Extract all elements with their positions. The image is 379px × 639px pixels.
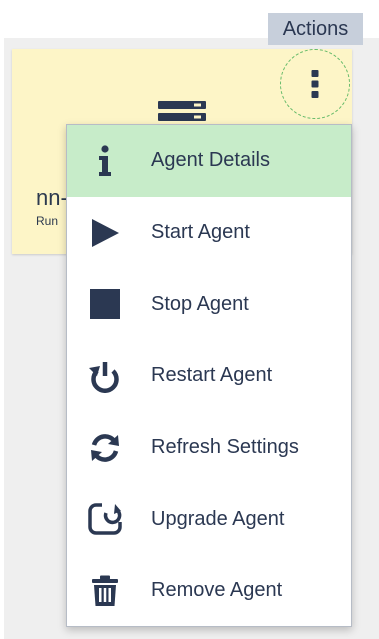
menu-item-upgrade-agent[interactable]: Upgrade Agent [67, 483, 351, 555]
menu-item-remove-agent[interactable]: Remove Agent [67, 555, 351, 627]
agent-name: nn- [36, 185, 68, 210]
menu-item-label: Stop Agent [151, 292, 249, 315]
menu-item-start-agent[interactable]: Start Agent [67, 197, 351, 269]
menu-item-label: Start Agent [151, 221, 250, 244]
menu-item-label: Remove Agent [151, 579, 283, 602]
menu-item-label: Refresh Settings [151, 436, 299, 459]
agent-actions-menu: Agent Details Start Agent Stop Agent Res… [66, 124, 352, 627]
agent-status: Run [36, 214, 59, 228]
info-icon [85, 141, 125, 181]
menu-item-restart-agent[interactable]: Restart Agent [67, 340, 351, 412]
menu-item-refresh-settings[interactable]: Refresh Settings [67, 412, 351, 484]
play-icon [85, 213, 125, 253]
trash-icon [85, 571, 125, 611]
kebab-icon [311, 70, 319, 98]
refresh-icon [85, 428, 125, 468]
restart-icon [85, 356, 125, 396]
menu-item-agent-details[interactable]: Agent Details [67, 125, 351, 197]
actions-label: Actions [268, 13, 363, 45]
menu-item-stop-agent[interactable]: Stop Agent [67, 268, 351, 340]
menu-item-label: Agent Details [151, 149, 270, 172]
menu-item-label: Upgrade Agent [151, 507, 285, 530]
stop-icon [85, 284, 125, 324]
menu-item-label: Restart Agent [151, 364, 273, 387]
upgrade-icon [85, 499, 125, 539]
more-actions-button[interactable] [280, 49, 350, 119]
